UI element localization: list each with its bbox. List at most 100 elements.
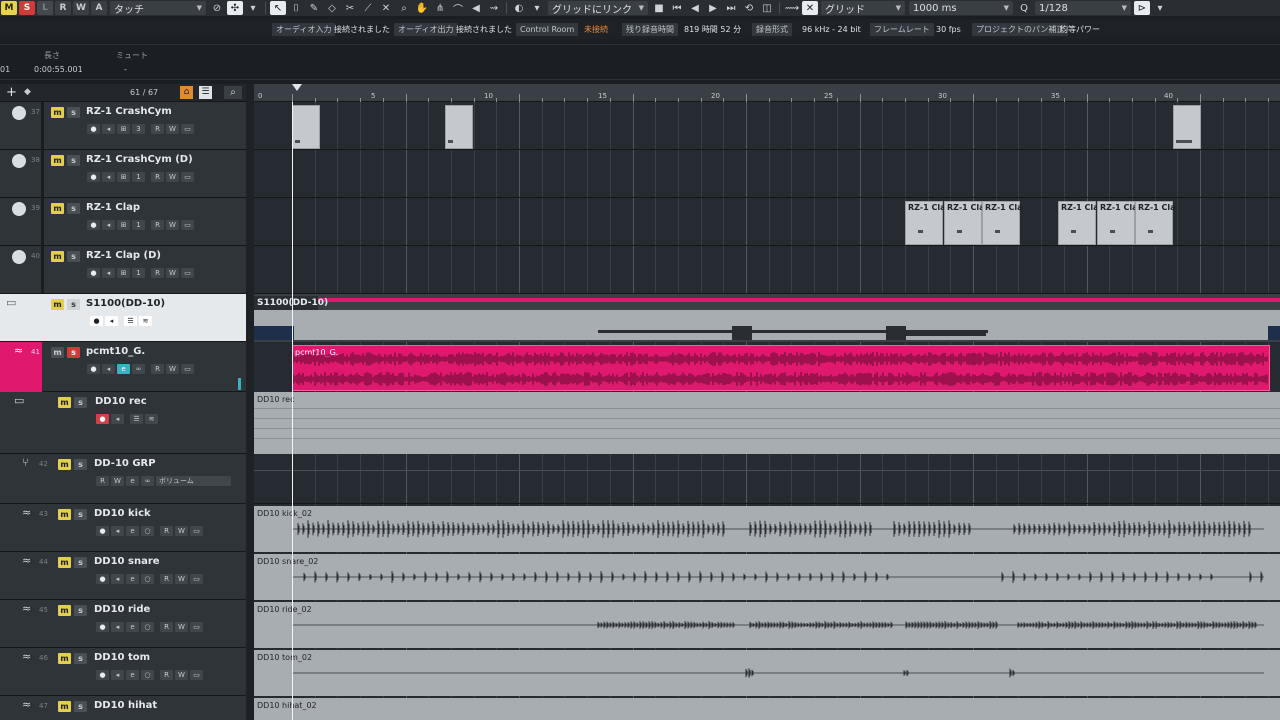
color-icon[interactable]: ◐ (511, 1, 527, 15)
chevron-down-icon[interactable]: ▾ (529, 1, 545, 15)
list-icon[interactable]: ☰ (130, 414, 143, 424)
automation-button[interactable]: A (91, 1, 107, 15)
snap-type-select[interactable]: グリッドにリンク ▼ (548, 1, 648, 16)
monitor-icon[interactable]: ◂ (111, 622, 124, 632)
write-button[interactable]: W (175, 574, 188, 584)
chevron-down-icon[interactable]: ▾ (245, 1, 261, 15)
chord-icon[interactable]: ⊞ (117, 124, 130, 134)
transpose-value[interactable]: 1 (132, 268, 145, 278)
mute-button[interactable]: m (51, 251, 64, 262)
grid-type-select[interactable]: グリッド ▼ (821, 1, 905, 16)
midi-part[interactable]: RZ-1 Cla (982, 201, 1023, 245)
solo-button[interactable]: s (67, 299, 80, 310)
write-button[interactable]: W (166, 124, 179, 134)
folder-part-dd10rec[interactable]: DD10 rec (254, 392, 1280, 454)
write-button[interactable]: W (166, 364, 179, 374)
record-icon[interactable]: ● (96, 670, 109, 680)
mute-button[interactable]: m (58, 557, 71, 568)
track-name[interactable]: S1100(DD-10) (86, 298, 165, 309)
track-dd10-grp[interactable]: ⑂ 42 m s DD-10 GRP R W e ∞ ボリューム (0, 454, 246, 504)
global-mute-button[interactable]: M (1, 1, 17, 15)
write-button[interactable]: W (166, 172, 179, 182)
edit-icon[interactable]: e (126, 526, 139, 536)
chord-icon[interactable]: ⊞ (117, 268, 130, 278)
midi-part[interactable] (292, 105, 320, 149)
glue-tool-icon[interactable]: ⟋ (360, 1, 376, 15)
editor-icon[interactable]: ▭ (190, 526, 203, 536)
track-dd10-snare[interactable]: ≈ 44 m s DD10 snare ● ◂ e ○ R W ▭ (0, 552, 246, 600)
monitor-icon[interactable]: ◂ (111, 414, 124, 424)
folder-icon[interactable]: ▭ (6, 296, 16, 309)
midi-part[interactable]: RZ-1 Cla (1135, 201, 1176, 245)
mute-button[interactable]: m (58, 653, 71, 664)
audio-event-ride[interactable]: DD10 ride_02 (254, 602, 1280, 648)
track-dd10-ride[interactable]: ≈ 45 m s DD10 ride ● ◂ e ○ R W ▭ (0, 600, 246, 648)
read-button[interactable]: R (151, 124, 164, 134)
arrangement-area[interactable]: RZ-1 Cla RZ-1 Cla RZ-1 Cla RZ-1 Cla RZ-1… (254, 102, 1280, 720)
grid-snap-icon[interactable]: ✕ (802, 1, 818, 15)
record-icon[interactable]: ● (96, 526, 109, 536)
forward-end-icon[interactable]: ⏭ (723, 1, 739, 15)
zoom-tool-icon[interactable]: ⌕ (396, 1, 412, 15)
chord-icon[interactable]: ⊞ (117, 172, 130, 182)
read-button[interactable]: R (160, 526, 173, 536)
track-rz1-crashcym-d[interactable]: 38 m s RZ-1 CrashCym (D) ● ◂ ⊞ 1 R W ▭ (0, 150, 246, 198)
listen-button[interactable]: L (37, 1, 53, 15)
solo-button[interactable]: s (74, 509, 87, 520)
transpose-value[interactable]: 1 (132, 220, 145, 230)
solo-button[interactable]: s (67, 107, 80, 118)
mute-button[interactable]: m (58, 397, 71, 408)
read-button[interactable]: R (151, 268, 164, 278)
split-tool-icon[interactable]: ✂ (342, 1, 358, 15)
solo-button[interactable]: s (74, 557, 87, 568)
nudge-select[interactable]: 1000 ms ▼ (909, 1, 1013, 15)
punch-icon[interactable]: ◫ (759, 1, 775, 15)
monitor-icon[interactable]: ◂ (111, 526, 124, 536)
mute-button[interactable]: m (51, 203, 64, 214)
track-rz1-crashcym[interactable]: 37 m s RZ-1 CrashCym ● ◂ ⊞ 3 R W ▭ (0, 102, 246, 150)
home-icon[interactable]: ⌂ (180, 86, 193, 99)
solo-button[interactable]: s (74, 701, 87, 712)
link-icon[interactable]: ○ (141, 670, 154, 680)
lanes-icon[interactable]: ≋ (145, 414, 158, 424)
midi-part[interactable]: RZ-1 Cla (1058, 201, 1099, 245)
solo-button[interactable]: s (74, 397, 87, 408)
editor-icon[interactable]: ▭ (190, 622, 203, 632)
solo-button[interactable]: s (67, 155, 80, 166)
record-icon[interactable]: ● (87, 172, 100, 182)
track-name[interactable]: RZ-1 Clap (86, 202, 140, 213)
folder-part-body[interactable] (254, 310, 1280, 340)
midi-part[interactable] (1173, 105, 1201, 149)
track-name[interactable]: DD10 ride (94, 604, 150, 615)
editor-icon[interactable]: ▭ (190, 574, 203, 584)
comp-tool-icon[interactable]: ⇝ (486, 1, 502, 15)
write-button[interactable]: W (175, 622, 188, 632)
mute-value[interactable]: - (124, 65, 127, 74)
transpose-value[interactable]: 3 (132, 124, 145, 134)
timewarp-tool-icon[interactable]: ⋔ (432, 1, 448, 15)
lanes-icon[interactable]: ≋ (139, 316, 152, 326)
erase-tool-icon[interactable]: ◇ (324, 1, 340, 15)
track-dd10-kick[interactable]: ≈ 43 m s DD10 kick ● ◂ e ○ R W ▭ (0, 504, 246, 552)
monitor-icon[interactable]: ◂ (102, 124, 115, 134)
hand-tool-icon[interactable]: ✋ (414, 1, 430, 15)
record-icon[interactable]: ● (96, 574, 109, 584)
editor-icon[interactable]: ▭ (181, 172, 194, 182)
track-name[interactable]: DD10 hihat (94, 700, 157, 711)
solo-button[interactable]: s (67, 251, 80, 262)
track-name[interactable]: DD10 rec (95, 396, 147, 407)
editor-icon[interactable]: ▭ (181, 364, 194, 374)
mute-button[interactable]: m (58, 509, 71, 520)
record-icon[interactable]: ● (87, 124, 100, 134)
audio-event-hihat[interactable]: DD10 hihat_02 (254, 698, 1280, 720)
monitor-icon[interactable]: ◂ (102, 220, 115, 230)
read-button[interactable]: R (160, 622, 173, 632)
quantize-icon[interactable]: Q (1016, 1, 1032, 15)
track-name[interactable]: RZ-1 Clap (D) (86, 250, 161, 261)
link-icon[interactable]: ○ (141, 526, 154, 536)
mute-button[interactable]: m (51, 155, 64, 166)
timeline-ruler[interactable]: 0 5 10 15 20 25 30 35 40 (254, 84, 1280, 102)
midi-part[interactable]: RZ-1 Cla (905, 201, 946, 245)
midi-part[interactable]: RZ-1 Cla (1097, 201, 1138, 245)
mute-tool-icon[interactable]: ✕ (378, 1, 394, 15)
